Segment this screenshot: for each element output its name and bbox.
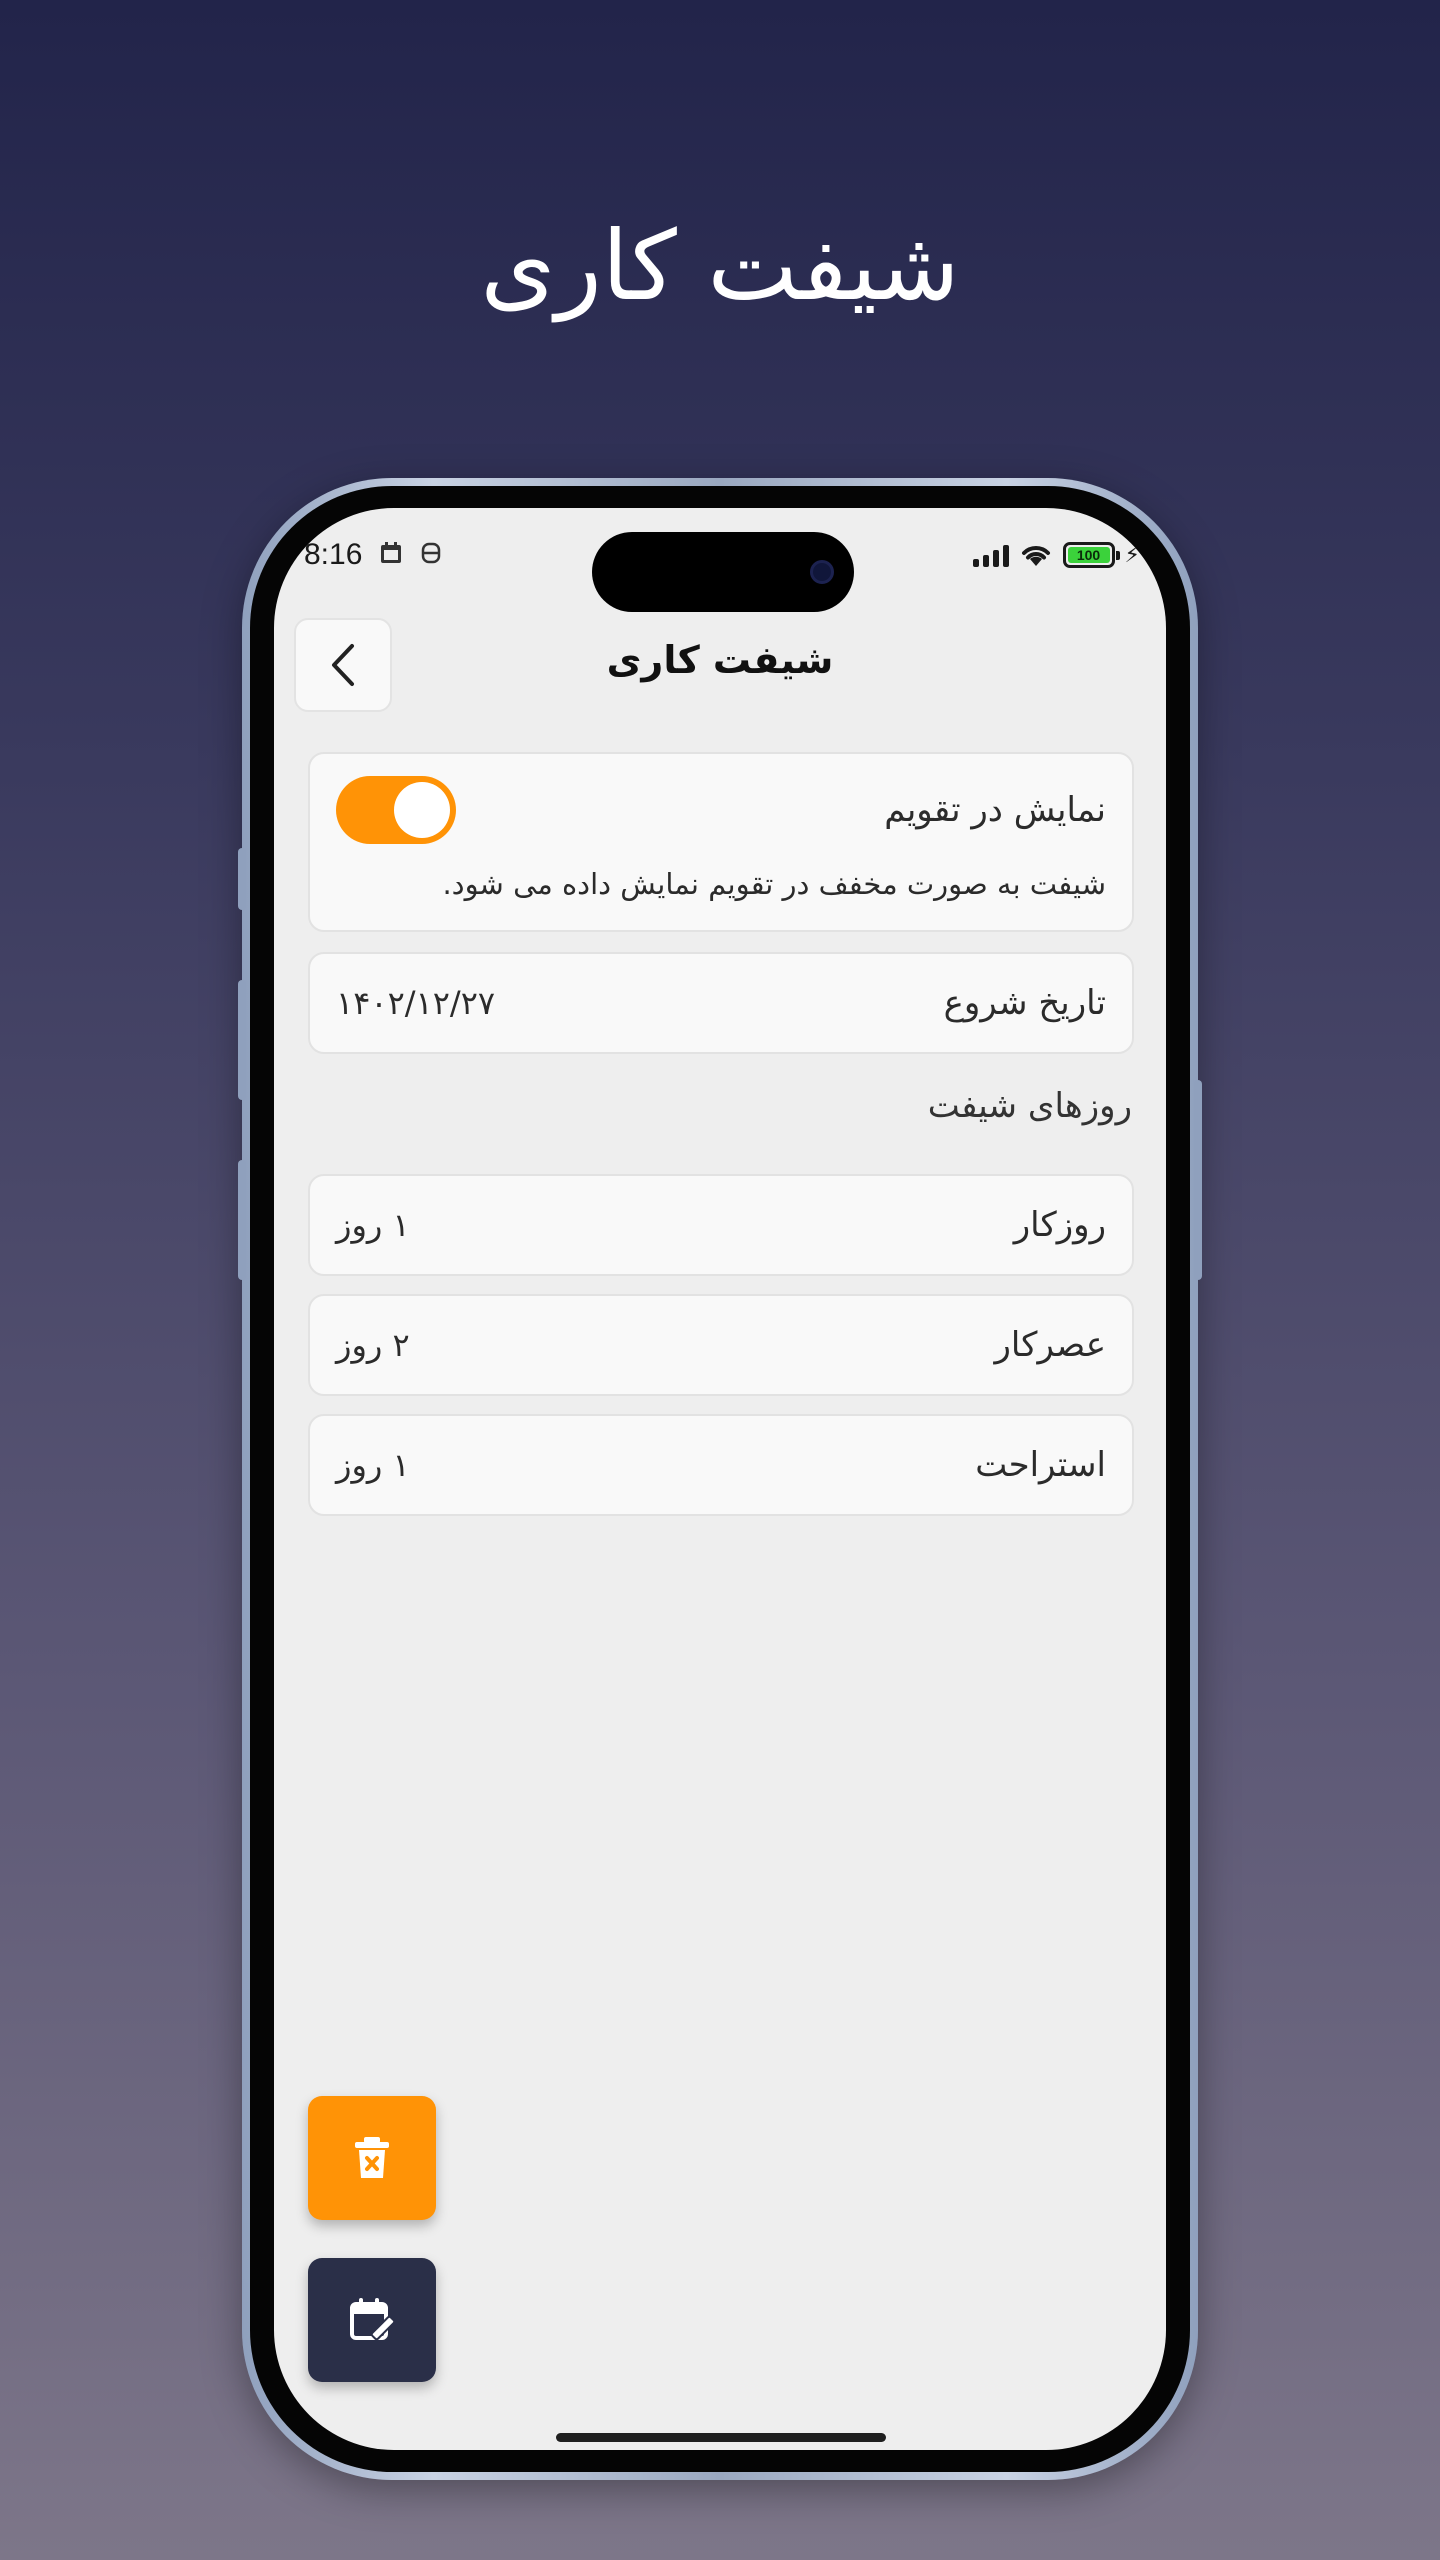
page-title: شیفت کاری — [606, 638, 834, 682]
shift-day-label: عصرکار — [994, 1325, 1107, 1365]
status-notification-icons — [378, 540, 444, 566]
shift-day-row[interactable]: روزکار ۱ روز — [308, 1174, 1134, 1276]
shift-day-label: روزکار — [1013, 1205, 1106, 1245]
edit-calendar-icon — [350, 2298, 396, 2341]
show-in-calendar-toggle[interactable] — [336, 776, 456, 844]
delete-calendar-icon — [355, 2137, 389, 2178]
status-system-icons: 100 ⚡ — [972, 542, 1140, 568]
app-screen: 8:16 100 ⚡ شیفت کاری نمایش در تقویم شیفت… — [274, 508, 1166, 2450]
dynamic-island — [592, 532, 854, 612]
edit-shift-button[interactable] — [308, 2258, 436, 2382]
charging-bolt-icon: ⚡ — [1124, 542, 1140, 568]
shift-days-heading: روزهای شیفت — [927, 1086, 1132, 1126]
start-date-label: تاریخ شروع — [943, 983, 1106, 1023]
phone-volume-up — [238, 980, 246, 1100]
cellular-signal-icon — [972, 543, 1009, 567]
shift-day-row[interactable]: عصرکار ۲ روز — [308, 1294, 1134, 1396]
front-camera — [810, 560, 834, 584]
shift-day-label: استراحت — [975, 1445, 1106, 1485]
app-notification-icon — [418, 540, 444, 566]
shift-day-count: ۱ روز — [336, 1446, 410, 1484]
delete-shift-button[interactable] — [308, 2096, 436, 2220]
start-date-row[interactable]: تاریخ شروع ۱۴۰۲/۱۲/۲۷ — [308, 952, 1134, 1054]
home-indicator[interactable] — [556, 2433, 886, 2442]
show-in-calendar-description: شیفت به صورت مخفف در تقویم نمایش داده می… — [442, 867, 1106, 901]
shift-day-count: ۱ روز — [336, 1206, 410, 1244]
shift-day-count: ۲ روز — [336, 1326, 410, 1364]
phone-volume-down — [238, 1160, 246, 1280]
status-time: 8:16 — [304, 538, 363, 571]
wifi-icon — [1021, 546, 1050, 566]
show-in-calendar-label: نمایش در تقویم — [884, 790, 1106, 830]
show-in-calendar-card: نمایش در تقویم شیفت به صورت مخفف در تقوی… — [308, 752, 1134, 932]
calendar-notification-icon — [378, 540, 404, 566]
phone-power-button — [1194, 1080, 1202, 1280]
start-date-value: ۱۴۰۲/۱۲/۲۷ — [336, 984, 496, 1022]
battery-icon: 100 — [1062, 542, 1120, 568]
hero-title: شیفت کاری — [480, 210, 960, 322]
shift-day-row[interactable]: استراحت ۱ روز — [308, 1414, 1134, 1516]
toggle-knob — [394, 782, 450, 838]
battery-level: 100 — [1067, 547, 1110, 563]
phone-action-button — [238, 848, 246, 910]
